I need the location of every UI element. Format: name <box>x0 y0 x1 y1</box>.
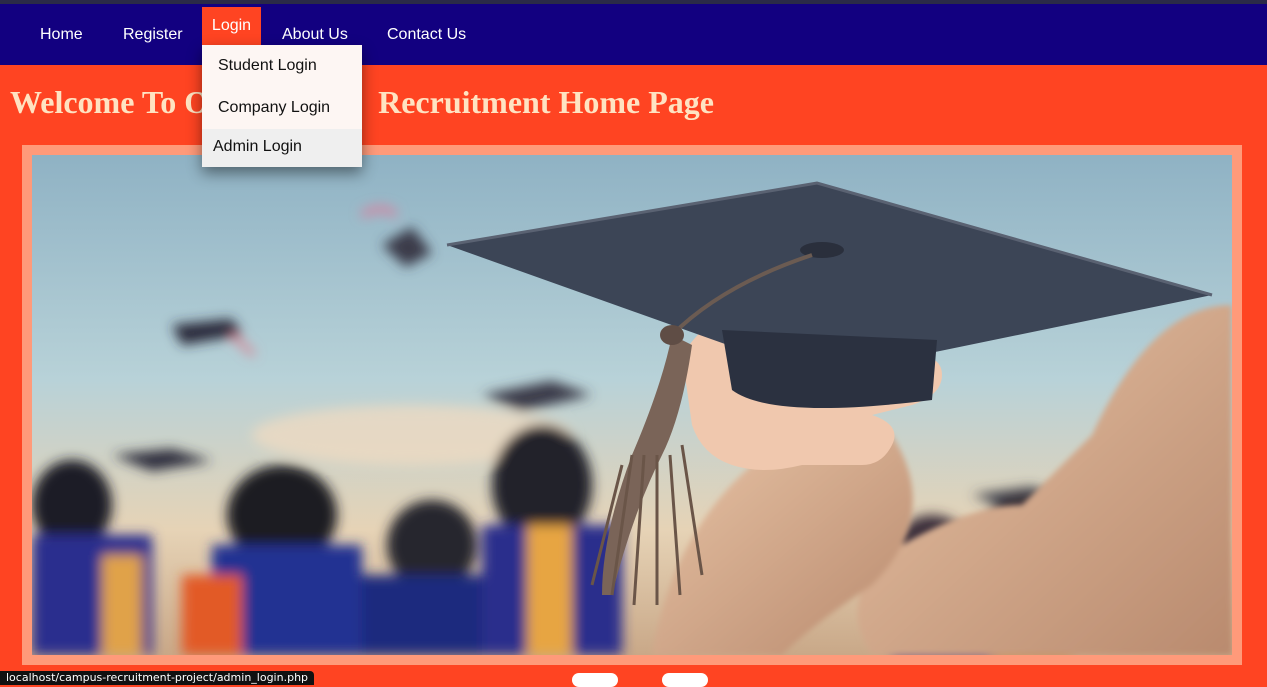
admin-login-item[interactable]: Admin Login <box>202 129 362 167</box>
bottom-control-left[interactable] <box>572 673 618 687</box>
nav-register-link[interactable]: Register <box>123 4 183 65</box>
main-navbar: Home Register Login About Us Contact Us <box>0 4 1267 65</box>
nav-login-link[interactable]: Login <box>202 7 261 45</box>
student-login-item[interactable]: Student Login <box>202 45 362 87</box>
page-title-end: Recruitment Home Page <box>378 84 714 120</box>
browser-status-url: localhost/campus-recruitment-project/adm… <box>0 671 315 685</box>
page-title-start: Welcome To O <box>10 84 210 120</box>
nav-contact-link[interactable]: Contact Us <box>387 4 466 65</box>
login-dropdown-menu: Student Login Company Login Admin Login <box>202 45 362 167</box>
bottom-control-right[interactable] <box>662 673 708 687</box>
nav-home-link[interactable]: Home <box>40 4 83 65</box>
graduation-photo <box>32 155 1232 655</box>
hero-image <box>32 155 1232 655</box>
company-login-item[interactable]: Company Login <box>202 87 362 129</box>
